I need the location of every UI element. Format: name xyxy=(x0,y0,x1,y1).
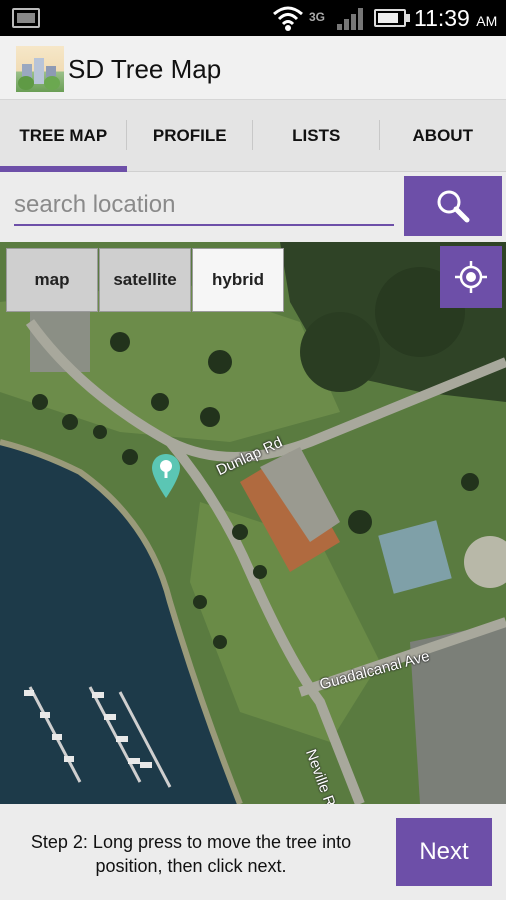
tab-label: LISTS xyxy=(292,126,341,145)
search-button[interactable] xyxy=(404,176,502,236)
map-view[interactable]: map satellite hybrid Dunlap Rd Guadalcan… xyxy=(0,242,506,804)
app-bar: SD Tree Map xyxy=(0,36,506,100)
battery-level xyxy=(378,13,399,23)
tab-lists[interactable]: LISTS xyxy=(253,100,380,172)
wifi-icon xyxy=(273,6,303,31)
instruction-text: Step 2: Long press to move the tree into… xyxy=(30,832,352,876)
search-row xyxy=(0,172,506,242)
my-location-icon xyxy=(455,261,487,293)
tab-label: TREE MAP xyxy=(19,126,108,145)
city-trees-logo[interactable] xyxy=(16,46,64,92)
map-type-toggle: map satellite hybrid xyxy=(6,248,285,312)
map-type-hybrid[interactable]: hybrid xyxy=(192,248,284,312)
clock-time: 11:39 xyxy=(414,5,470,31)
status-bar: 3G 11:39 AM xyxy=(0,0,506,36)
tab-profile[interactable]: PROFILE xyxy=(127,100,253,172)
bottom-bar: Step 2: Long press to move the tree into… xyxy=(0,804,506,900)
map-type-satellite[interactable]: satellite xyxy=(99,248,191,312)
search-input[interactable] xyxy=(14,186,394,226)
search-icon xyxy=(437,190,470,223)
clock-ampm: AM xyxy=(476,13,498,29)
tab-label: ABOUT xyxy=(412,126,473,145)
tab-label: PROFILE xyxy=(152,126,227,145)
tab-about[interactable]: ABOUT xyxy=(380,100,506,172)
network-type: 3G xyxy=(309,10,326,24)
map-type-map[interactable]: map xyxy=(6,248,98,312)
tab-bar: TREE MAP PROFILE LISTS ABOUT xyxy=(0,100,506,172)
satellite-imagery xyxy=(0,242,506,804)
app-title: SD Tree Map xyxy=(68,54,222,84)
screenshot-icon xyxy=(12,8,40,28)
next-button[interactable]: Next xyxy=(396,818,492,886)
tree-marker-icon[interactable] xyxy=(150,452,182,500)
battery-icon xyxy=(374,9,410,27)
signal-icon xyxy=(337,8,363,30)
locate-button[interactable] xyxy=(440,246,502,308)
tab-tree-map[interactable]: TREE MAP xyxy=(0,100,127,172)
clock: 11:39 AM xyxy=(414,5,497,32)
